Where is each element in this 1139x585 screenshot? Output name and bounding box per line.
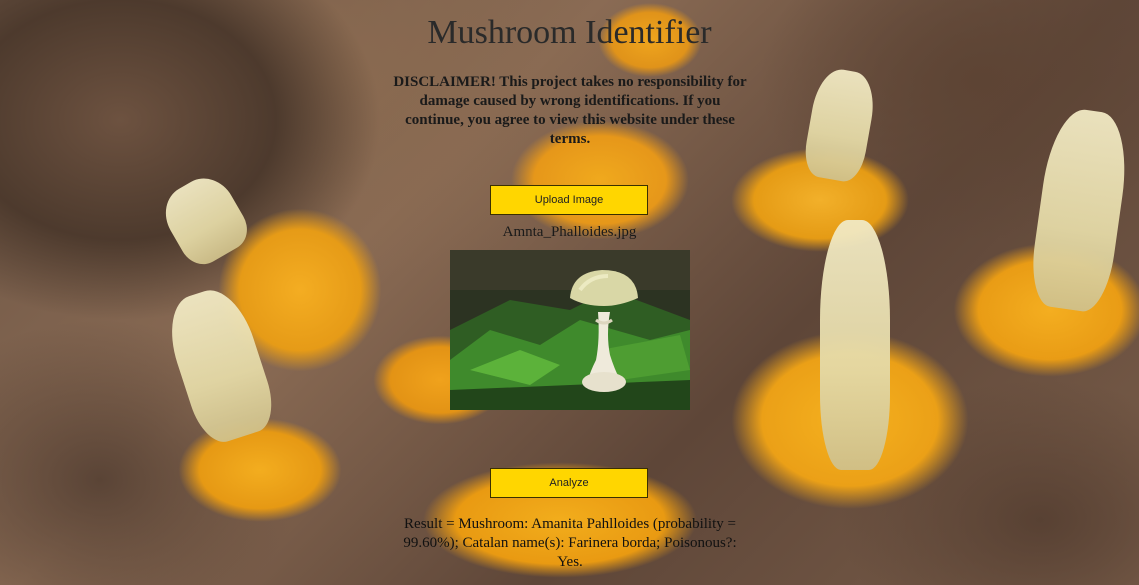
- main-content: Mushroom Identifier DISCLAIMER! This pro…: [0, 0, 1139, 585]
- disclaimer-text: DISCLAIMER! This project takes no respon…: [393, 74, 747, 147]
- mushroom-photo: [450, 250, 690, 410]
- uploaded-file-name: Amnta_Phalloides.jpg: [502, 224, 637, 240]
- uploaded-image-preview: [450, 250, 690, 410]
- page-title: Mushroom Identifier: [427, 14, 712, 51]
- result-text: Result = Mushroom: Amanita Pahlloides (p…: [403, 516, 737, 570]
- upload-image-button[interactable]: Upload Image: [490, 185, 648, 215]
- analyze-button[interactable]: Analyze: [490, 468, 648, 498]
